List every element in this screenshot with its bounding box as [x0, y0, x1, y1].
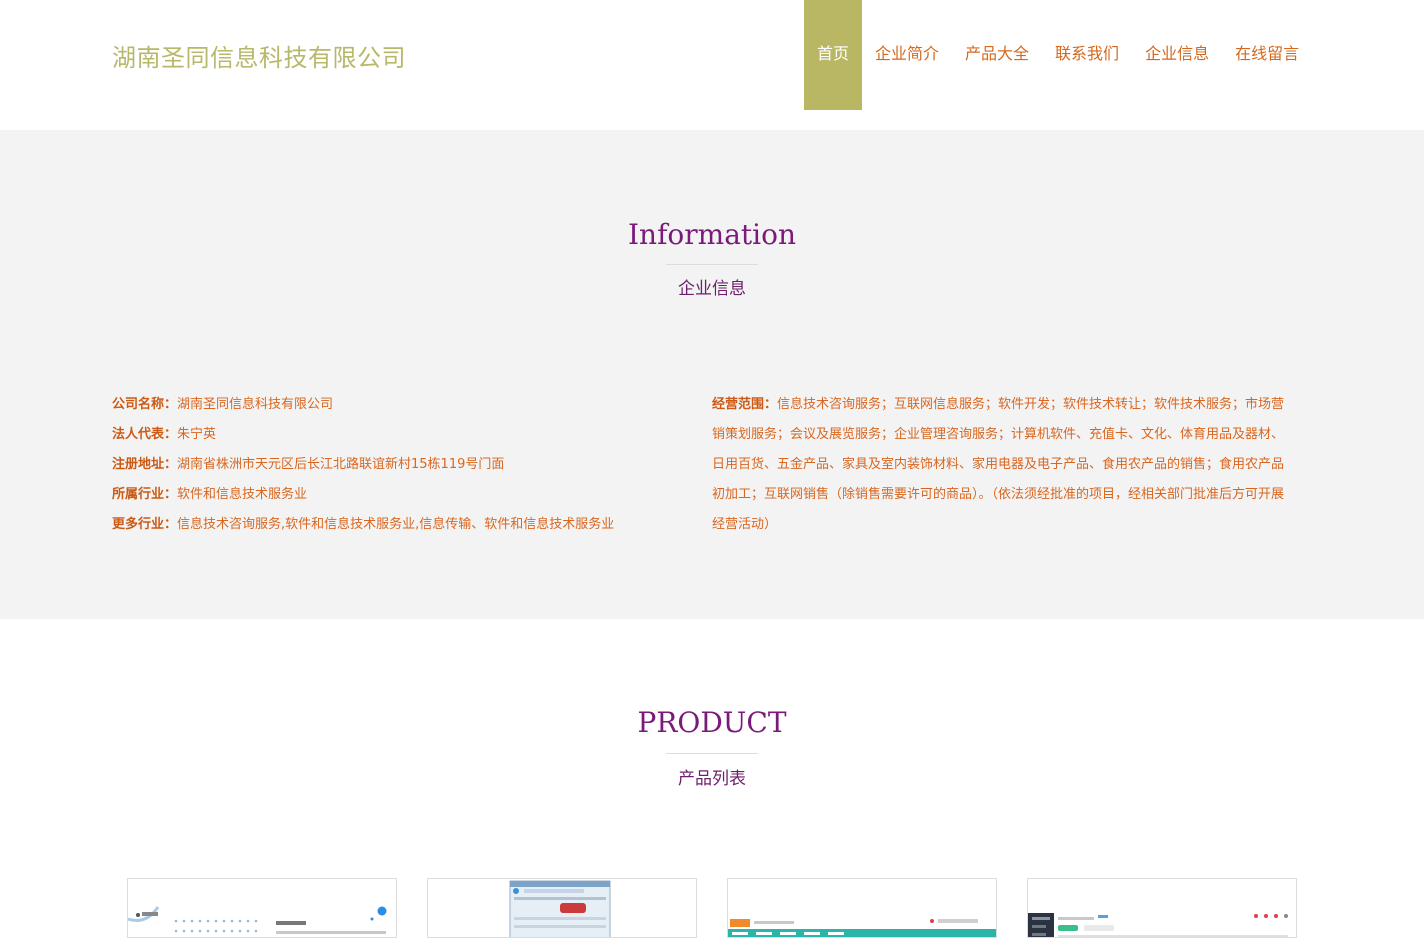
info-label: 更多行业： — [112, 517, 178, 532]
info-value: 湖南省株洲市天元区后长江北路联谊新村15栋119号门面 — [177, 457, 505, 472]
info-row-industry: 所属行业：软件和信息技术服务业 — [112, 480, 682, 510]
nav-item-message[interactable]: 在线留言 — [1222, 0, 1312, 110]
info-row-more-industry: 更多行业：信息技术咨询服务,软件和信息技术服务业,信息传输、软件和信息技术服务业 — [112, 510, 682, 540]
info-value: 湖南圣同信息科技有限公司 — [177, 397, 334, 412]
product-thumbnail — [428, 879, 696, 937]
info-label: 注册地址： — [112, 457, 178, 472]
info-label: 公司名称： — [112, 397, 178, 412]
product-card[interactable] — [427, 878, 697, 938]
site-logo[interactable]: 湖南圣同信息科技有限公司 — [112, 38, 406, 73]
nav-item-about[interactable]: 企业简介 — [862, 0, 952, 110]
business-scope-label: 经营范围： — [712, 397, 778, 412]
nav-item-contact[interactable]: 联系我们 — [1042, 0, 1132, 110]
info-row-company-name: 公司名称：湖南圣同信息科技有限公司 — [112, 390, 682, 420]
product-card[interactable] — [127, 878, 397, 938]
info-row-legal-rep: 法人代表：朱宁英 — [112, 420, 682, 450]
site-header: 湖南圣同信息科技有限公司 首页 企业简介 产品大全 联系我们 企业信息 在线留言 — [0, 0, 1424, 130]
product-list — [127, 878, 1297, 938]
business-scope: 经营范围：信息技术咨询服务；互联网信息服务；软件开发；软件技术转让；软件技术服务… — [712, 390, 1292, 540]
business-scope-text: 信息技术咨询服务；互联网信息服务；软件开发；软件技术转让；软件技术服务；市场营销… — [712, 397, 1285, 532]
product-card[interactable] — [727, 878, 997, 938]
info-label: 法人代表： — [112, 427, 178, 442]
info-divider — [666, 264, 758, 265]
product-thumbnail — [1028, 879, 1296, 937]
product-card[interactable] — [1027, 878, 1297, 938]
info-row-address: 注册地址：湖南省株洲市天元区后长江北路联谊新村15栋119号门面 — [112, 450, 682, 480]
info-title: Information — [627, 218, 797, 251]
info-value: 信息技术咨询服务,软件和信息技术服务业,信息传输、软件和信息技术服务业 — [177, 517, 615, 532]
nav-item-home[interactable]: 首页 — [804, 0, 863, 110]
product-thumbnail — [128, 879, 396, 937]
info-subtitle: 企业信息 — [678, 279, 746, 299]
info-label: 所属行业： — [112, 487, 178, 502]
main-nav: 首页 企业简介 产品大全 联系我们 企业信息 在线留言 — [804, 0, 1312, 110]
product-subtitle: 产品列表 — [678, 769, 746, 789]
nav-item-company-info[interactable]: 企业信息 — [1132, 0, 1222, 110]
product-title: PRODUCT — [637, 706, 787, 739]
product-divider — [666, 753, 758, 754]
info-details: 公司名称：湖南圣同信息科技有限公司 法人代表：朱宁英 注册地址：湖南省株洲市天元… — [112, 390, 682, 540]
product-thumbnail — [728, 879, 996, 937]
nav-item-products[interactable]: 产品大全 — [952, 0, 1042, 110]
info-value: 软件和信息技术服务业 — [177, 487, 308, 502]
info-value: 朱宁英 — [177, 427, 217, 442]
info-section: Information 企业信息 公司名称：湖南圣同信息科技有限公司 法人代表：… — [0, 130, 1424, 619]
